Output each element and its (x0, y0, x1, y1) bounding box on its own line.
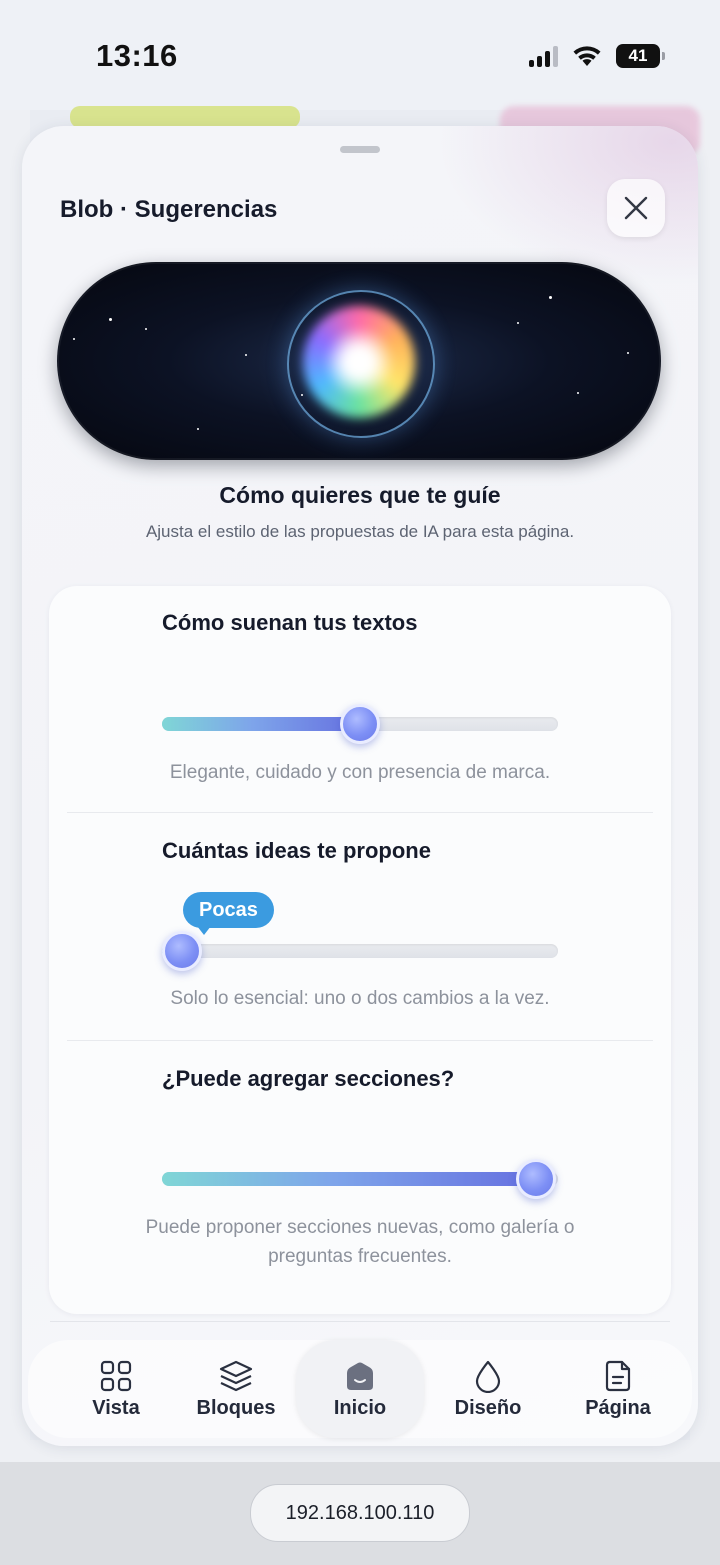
slider-thumb[interactable] (340, 704, 380, 744)
document-icon (605, 1360, 631, 1391)
divider (67, 1040, 653, 1041)
settings-card: Cómo suenan tus textos Elegante, cuidado… (49, 586, 671, 1314)
setting-label: Cuántas ideas te propone (162, 838, 431, 863)
droplet-icon (475, 1360, 501, 1393)
bottom-nav: Vista Bloques Inicio Diseño Página (28, 1340, 692, 1438)
slider-thumb[interactable] (516, 1159, 556, 1199)
ai-orb-banner (57, 262, 661, 460)
grid-icon (100, 1360, 132, 1391)
nav-label: Página (585, 1396, 651, 1419)
tone-setting: Cómo suenan tus textos Elegante, cuidado… (49, 586, 671, 812)
setting-hint: Puede proponer secciones nuevas, como ga… (109, 1213, 611, 1271)
nav-item-inicio[interactable]: Inicio (296, 1340, 424, 1438)
setting-label: ¿Puede agregar secciones? (162, 1066, 455, 1091)
home-icon (347, 1362, 373, 1390)
close-icon (624, 196, 648, 220)
nav-label: Diseño (454, 1396, 522, 1419)
guide-heading: Cómo quieres que te guíe (219, 482, 501, 508)
nav-label: Bloques (196, 1396, 276, 1419)
nav-label: Vista (92, 1396, 140, 1419)
ideas-slider[interactable] (162, 931, 558, 971)
nav-label: Inicio (333, 1396, 387, 1419)
nav-item-vista[interactable]: Vista (56, 1340, 176, 1438)
sections-slider[interactable] (162, 1159, 558, 1199)
signal-icon (529, 45, 558, 67)
setting-hint: Elegante, cuidado y con presencia de mar… (169, 762, 551, 783)
layers-icon (219, 1360, 253, 1391)
hint-line: Puede proponer secciones nuevas, como ga… (145, 1217, 575, 1238)
divider (67, 812, 653, 813)
setting-label: Cómo suenan tus textos (162, 610, 418, 635)
browser-bar: 192.168.100.110 (0, 1462, 720, 1565)
sections-setting: ¿Puede agregar secciones? Puede proponer… (49, 1042, 671, 1314)
divider (50, 1321, 670, 1322)
status-time: 13:16 (96, 38, 178, 73)
url-field[interactable]: 192.168.100.110 (250, 1484, 470, 1542)
close-button[interactable] (607, 179, 665, 237)
wifi-icon (573, 46, 601, 66)
nav-item-diseno[interactable]: Diseño (428, 1340, 548, 1438)
guide-description: Ajusta el estilo de las propuestas de IA… (145, 522, 575, 541)
hint-line: preguntas frecuentes. (268, 1246, 452, 1267)
battery-icon: 41 (616, 44, 665, 68)
nav-item-pagina[interactable]: Página (558, 1340, 678, 1438)
sheet-drag-handle[interactable] (340, 146, 380, 153)
ideas-setting: Cuántas ideas te propone Pocas Solo lo e… (49, 814, 671, 1040)
slider-thumb[interactable] (162, 931, 202, 971)
status-bar: 13:16 41 (0, 0, 720, 110)
background-element (70, 106, 300, 128)
setting-hint: Solo lo esencial: uno o dos cambios a la… (170, 988, 550, 1009)
nav-item-bloques[interactable]: Bloques (176, 1340, 296, 1438)
tone-slider[interactable] (162, 704, 558, 744)
value-tooltip: Pocas (183, 892, 274, 935)
suggestions-sheet: Blob · Sugerencias Cómo quieres que te g… (22, 126, 698, 1446)
sheet-title: Blob · Sugerencias (60, 196, 278, 223)
